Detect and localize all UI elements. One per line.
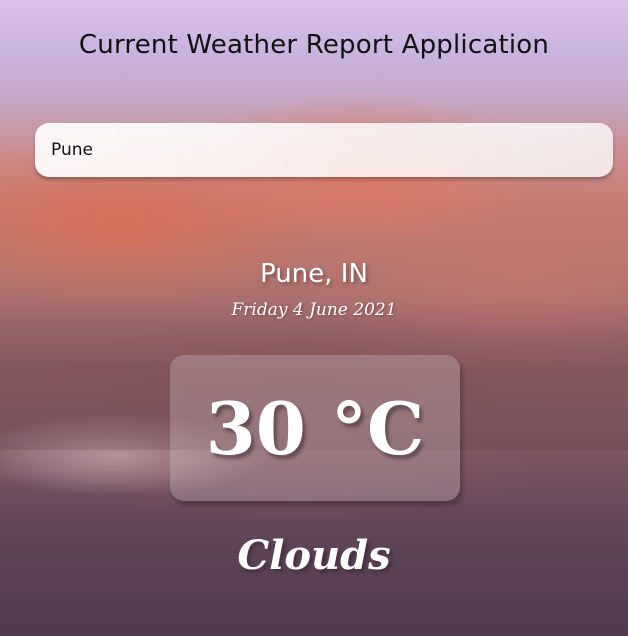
date-label: Friday 4 June 2021 xyxy=(231,300,397,320)
app-title: Current Weather Report Application xyxy=(78,30,550,60)
weather-app: Current Weather Report Application Pune,… xyxy=(0,0,628,636)
weather-condition: Clouds xyxy=(237,532,391,579)
location-label: Pune, IN xyxy=(260,259,368,289)
search-box[interactable] xyxy=(35,123,613,177)
city-search-input[interactable] xyxy=(51,140,597,160)
temperature-value: 30 °C xyxy=(205,385,425,471)
temperature-card: 30 °C xyxy=(170,355,460,501)
